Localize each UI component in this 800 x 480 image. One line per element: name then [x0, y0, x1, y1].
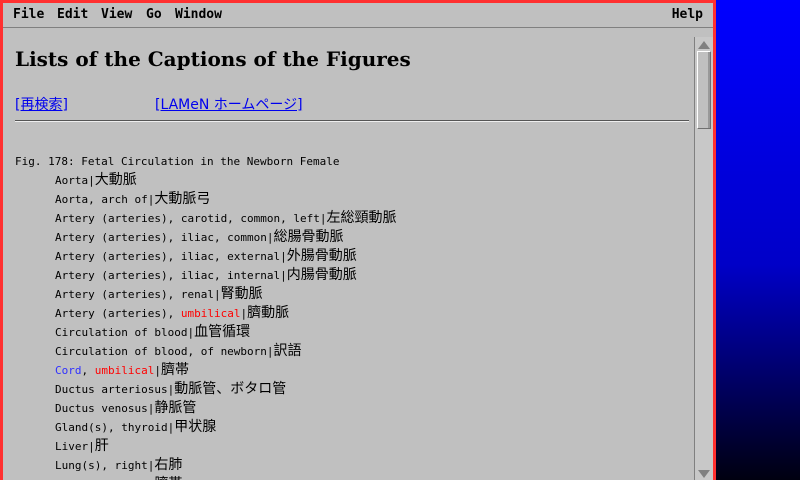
caption-entry: Liver|肝 [55, 435, 397, 454]
entry-separator: | [88, 174, 95, 187]
entry-english-highlight: umbilical [180, 307, 241, 320]
entry-english-highlight: Cord [55, 364, 82, 377]
entry-english: Aorta, arch of [55, 193, 148, 206]
caption-entry: Circulation of blood, of newborn|訳語 [55, 340, 397, 359]
entry-separator: | [319, 212, 327, 225]
entry-japanese: 大動脈弓 [154, 191, 211, 207]
caption-entry: Umbilical cord|臍帯 [55, 473, 397, 480]
caption-entry: Ductus venosus|静脈管 [55, 397, 397, 416]
entry-separator: | [266, 231, 274, 244]
entry-english-highlight: umbilical [94, 364, 155, 377]
caption-entry: Aorta, arch of|大動脈弓 [55, 188, 397, 207]
entry-japanese: 左総頸動脈 [326, 210, 397, 226]
entry-japanese: 血管循環 [194, 324, 251, 340]
menu-window[interactable]: Window [175, 7, 222, 22]
caption-entry: Ductus arteriosus|動脈管、ボタロ管 [55, 378, 397, 397]
entry-japanese: 腎動脈 [220, 286, 263, 302]
caption-entry: Artery (arteries), umbilical|臍動脈 [55, 302, 397, 321]
entry-english: Liver [55, 440, 89, 453]
entry-english: Ductus arteriosus [55, 383, 168, 396]
entry-english: Aorta [55, 174, 89, 187]
toolbar-grips[interactable] [11, 28, 80, 43]
entry-japanese: 動脈管、ボタロ管 [174, 381, 287, 397]
entry-separator: | [280, 269, 287, 282]
entry-japanese: 外腸骨動脈 [286, 248, 357, 264]
scroll-down-arrow-icon[interactable] [698, 470, 710, 478]
entry-japanese: 臍帯 [160, 362, 189, 378]
caption-entry: Lung(s), right|右肺 [55, 454, 397, 473]
entry-english: Artery (arteries), iliac, external [55, 250, 281, 263]
entry-english: Artery (arteries), iliac, common [55, 231, 267, 244]
entry-separator: | [266, 345, 274, 358]
entry-japanese: 大動脈 [94, 172, 137, 188]
caption-entry: Aorta|大動脈 [55, 169, 397, 188]
research-link[interactable]: [再検索] [15, 94, 68, 114]
scroll-up-arrow-icon[interactable] [698, 41, 710, 49]
browser-window: File Edit View Go Window Help Lists of t… [0, 0, 716, 480]
caption-entry: Cord, umbilical|臍帯 [55, 359, 397, 378]
entry-japanese: 訳語 [273, 343, 302, 359]
page-title: Lists of the Captions of the Figures [15, 47, 411, 71]
menu-help[interactable]: Help [672, 7, 703, 22]
entry-english: Artery (arteries), carotid, common, left [55, 212, 320, 225]
entry-separator: | [280, 250, 287, 263]
entry-english: Gland(s), thyroid [55, 421, 168, 434]
scroll-thumb[interactable] [697, 51, 711, 129]
home-link[interactable]: [LAMeN ホームページ] [155, 94, 303, 114]
entry-japanese: 臍動脈 [247, 305, 290, 321]
entry-japanese: 内腸骨動脈 [286, 267, 357, 283]
caption-entry: Artery (arteries), renal|腎動脈 [55, 283, 397, 302]
entry-english: Circulation of blood, of newborn [55, 345, 267, 358]
entry-japanese: 静脈管 [154, 400, 197, 416]
entry-english: Artery (arteries), [55, 307, 181, 320]
entry-japanese: 総腸骨動脈 [273, 229, 344, 245]
entry-separator: | [88, 440, 95, 453]
horizontal-rule [15, 120, 689, 122]
caption-entry: Artery (arteries), iliac, internal|内腸骨動脈 [55, 264, 397, 283]
entry-english: Circulation of blood [55, 326, 188, 339]
entry-english: Ductus venosus [55, 402, 148, 415]
caption-list: Aorta|大動脈 Aorta, arch of|大動脈弓 Artery (arte… [55, 169, 397, 480]
entry-separator: | [154, 364, 161, 377]
menu-view[interactable]: View [101, 7, 132, 22]
caption-entry: Circulation of blood|血管循環 [55, 321, 397, 340]
menu-go[interactable]: Go [146, 7, 162, 22]
entry-english: Artery (arteries), iliac, internal [55, 269, 281, 282]
figure-caption: Fig. 178: Fetal Circulation in the Newbo… [15, 155, 340, 168]
entry-english: , [81, 364, 95, 377]
entry-english: Artery (arteries), renal [55, 288, 214, 301]
menu-edit[interactable]: Edit [57, 7, 88, 22]
menu-bar: File Edit View Go Window Help [3, 3, 713, 28]
entry-japanese: 甲状腺 [174, 419, 217, 435]
vertical-scrollbar[interactable] [694, 37, 713, 480]
entry-japanese: 右肺 [154, 457, 183, 473]
caption-entry: Artery (arteries), iliac, external|外腸骨動脈 [55, 245, 397, 264]
entry-separator: | [213, 288, 221, 301]
menu-file[interactable]: File [13, 7, 44, 22]
entry-japanese: 臍帯 [154, 476, 182, 480]
caption-entry: Artery (arteries), carotid, common, left… [55, 207, 397, 226]
caption-entry: Gland(s), thyroid|甲状腺 [55, 416, 397, 435]
page-content: Lists of the Captions of the Figures [再検… [3, 37, 695, 480]
entry-japanese: 肝 [94, 438, 109, 454]
caption-entry: Artery (arteries), iliac, common|総腸骨動脈 [55, 226, 397, 245]
entry-english: Lung(s), right [55, 459, 148, 472]
